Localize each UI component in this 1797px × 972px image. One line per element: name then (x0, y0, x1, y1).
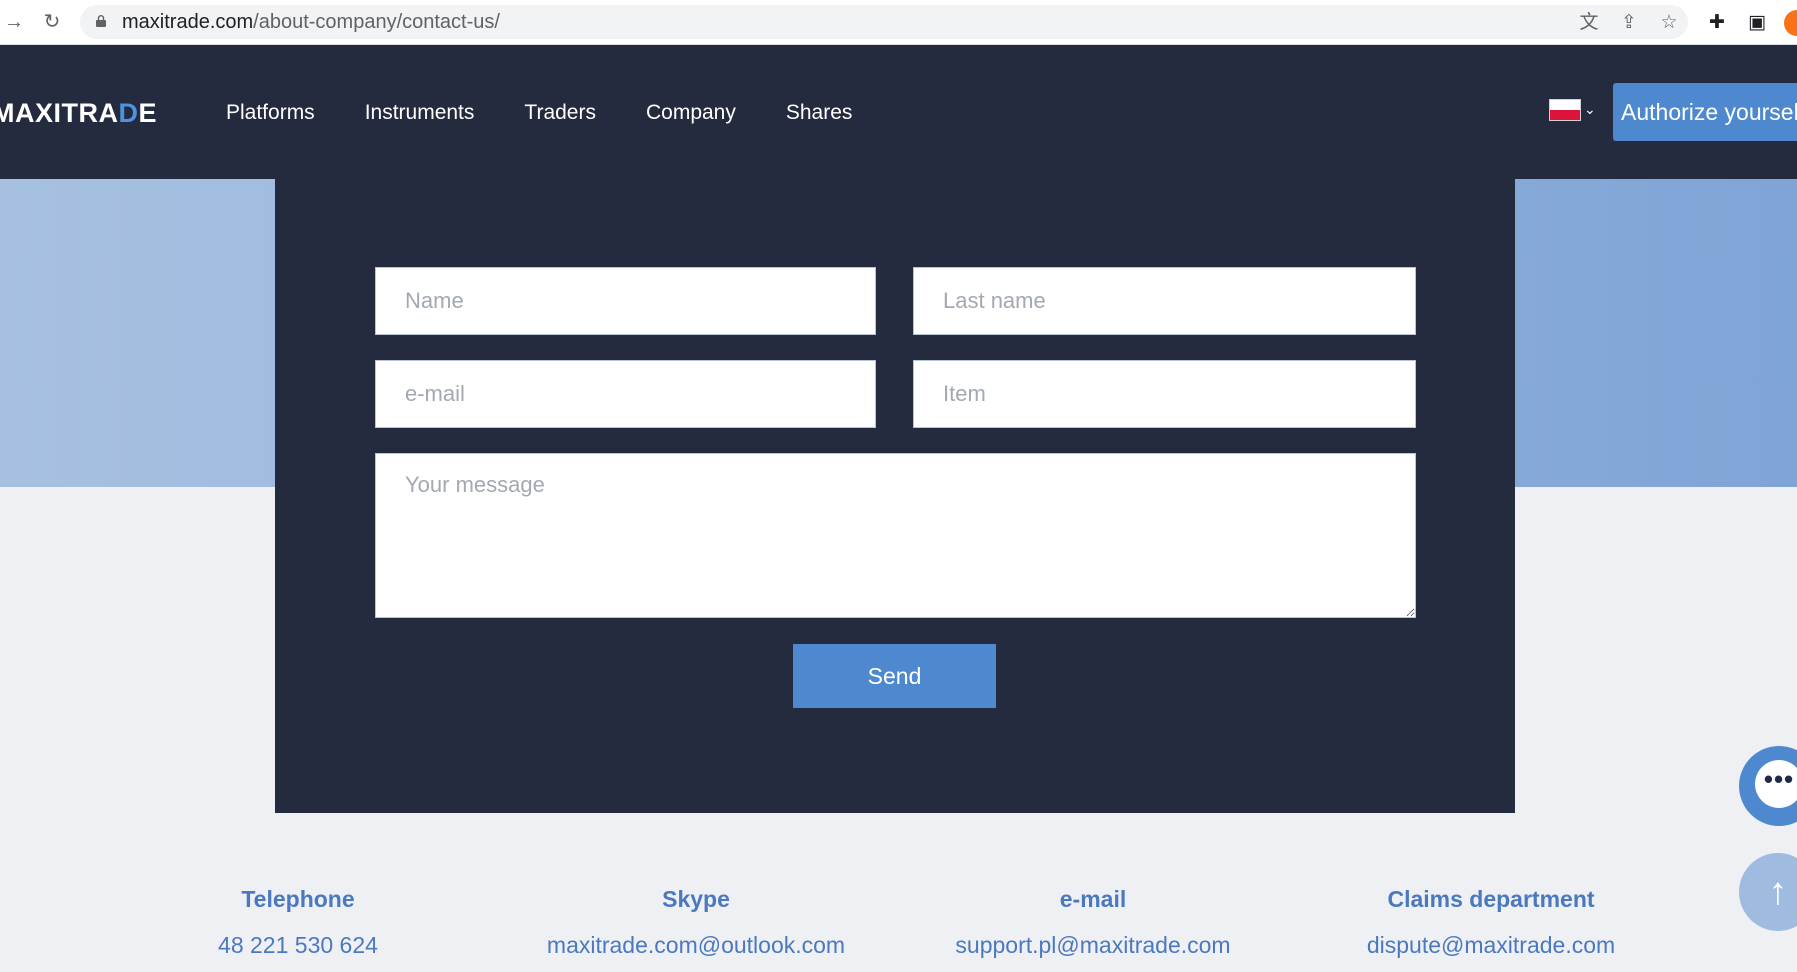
nav-company[interactable]: Company (646, 98, 736, 128)
skype-label: Skype (662, 886, 730, 912)
language-selector[interactable]: ⌄ (1549, 99, 1599, 125)
email-value[interactable]: support.pl@maxitrade.com (923, 931, 1263, 959)
skype-value[interactable]: maxitrade.com@outlook.com (526, 931, 866, 959)
claims-value[interactable]: dispute@maxitrade.com (1321, 931, 1661, 959)
chat-icon: ••• (1755, 760, 1797, 808)
site-logo[interactable]: MAXITRADE (0, 98, 157, 129)
nav-traders[interactable]: Traders (524, 98, 596, 128)
forward-icon[interactable]: → (0, 8, 28, 36)
send-button[interactable]: Send (793, 644, 996, 708)
email-label: e-mail (1059, 886, 1127, 912)
site-header: MAXITRADE Platforms Instruments Traders … (0, 45, 1797, 179)
contact-claims: Claims department dispute@maxitrade.com (1321, 885, 1661, 959)
star-icon[interactable]: ☆ (1657, 11, 1681, 35)
contact-skype: Skype maxitrade.com@outlook.com (526, 885, 866, 959)
address-bar[interactable]: maxitrade.com/about-company/contact-us/ … (80, 5, 1688, 39)
authorize-button[interactable]: Authorize yourself (1613, 83, 1797, 141)
reload-icon[interactable]: ↻ (38, 8, 66, 36)
extensions-icon[interactable]: ✚ (1705, 11, 1729, 35)
contact-telephone: Telephone 48 221 530 624 (128, 885, 468, 959)
nav-shares[interactable]: Shares (786, 98, 853, 128)
claims-label: Claims department (1387, 886, 1595, 912)
email-input[interactable] (375, 360, 876, 428)
telephone-label: Telephone (241, 886, 355, 912)
name-input[interactable] (375, 267, 876, 335)
lock-icon[interactable] (96, 15, 106, 27)
contact-form-panel: Send (275, 179, 1515, 813)
profile-avatar[interactable] (1784, 10, 1797, 36)
sidepanel-icon[interactable]: ▣ (1745, 11, 1769, 35)
chevron-down-icon: ⌄ (1584, 101, 1596, 117)
url-text[interactable]: maxitrade.com/about-company/contact-us/ (122, 11, 500, 33)
arrow-up-icon[interactable]: ↑ (1739, 853, 1797, 931)
translate-icon[interactable]: 文 (1577, 11, 1601, 35)
nav-instruments[interactable]: Instruments (365, 98, 475, 128)
last-name-input[interactable] (913, 267, 1416, 335)
main-nav: Platforms Instruments Traders Company Sh… (226, 98, 902, 128)
share-icon[interactable]: ⇪ (1617, 11, 1641, 35)
flag-poland-icon (1549, 99, 1581, 121)
item-input[interactable] (913, 360, 1416, 428)
nav-platforms[interactable]: Platforms (226, 98, 315, 128)
message-textarea[interactable] (375, 453, 1416, 618)
contact-email: e-mail support.pl@maxitrade.com (923, 885, 1263, 959)
chat-button[interactable]: ••• (1739, 746, 1797, 826)
browser-toolbar: → ↻ maxitrade.com/about-company/contact-… (0, 0, 1797, 45)
telephone-value[interactable]: 48 221 530 624 (128, 931, 468, 959)
